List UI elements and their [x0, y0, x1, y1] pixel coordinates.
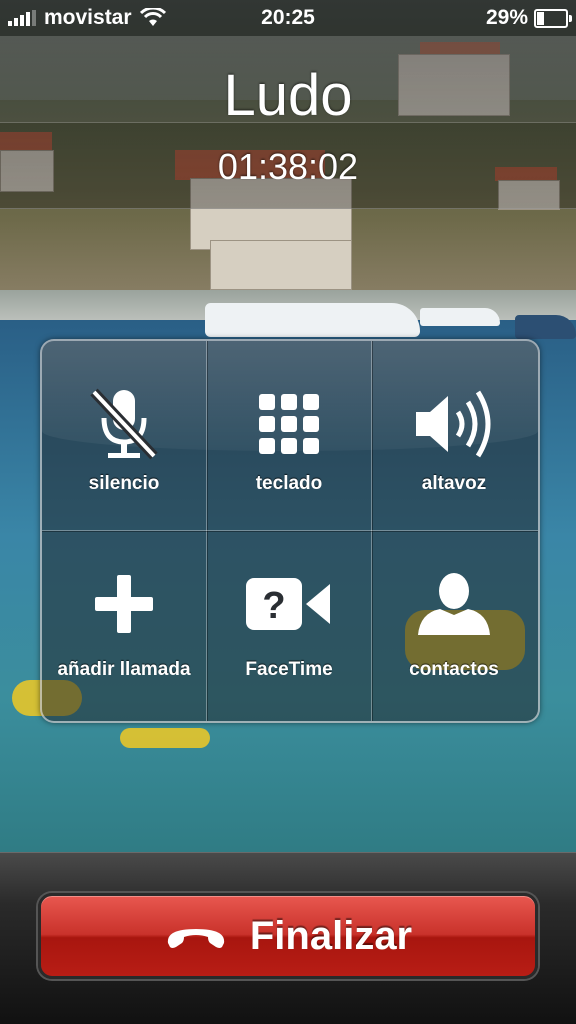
microphone-muted-icon	[90, 388, 158, 460]
in-call-screen: movistar 20:25 29% Ludo 01:38:02 silenci…	[0, 0, 576, 1024]
contacts-button[interactable]: contactos	[372, 531, 536, 719]
mute-button[interactable]: silencio	[42, 341, 206, 529]
hang-up-icon	[167, 929, 224, 948]
call-duration: 01:38:02	[217, 146, 359, 187]
mute-label: silencio	[88, 473, 160, 494]
facetime-unavailable-icon: ?	[246, 578, 330, 630]
keypad-icon	[259, 394, 319, 454]
facetime-button[interactable]: ? FaceTime	[207, 531, 371, 719]
call-controls-panel: silencio teclado altavoz añadir llamada …	[40, 339, 540, 723]
battery-icon	[534, 8, 572, 28]
facetime-label: FaceTime	[245, 659, 333, 680]
speaker-button[interactable]: altavoz	[372, 341, 536, 529]
status-bar: movistar 20:25 29%	[0, 0, 576, 36]
end-call-button[interactable]: Finalizar	[38, 893, 538, 979]
contacts-label: contactos	[409, 659, 499, 680]
contact-silhouette-icon	[418, 573, 490, 635]
battery-percent: 29%	[485, 6, 528, 29]
caller-name: Ludo	[223, 63, 353, 128]
speaker-icon	[416, 390, 491, 458]
add-call-label: añadir llamada	[57, 659, 191, 680]
end-call-label: Finalizar	[249, 913, 413, 958]
bottom-bar: Finalizar	[0, 852, 576, 1024]
keypad-label: teclado	[255, 473, 323, 494]
keypad-button[interactable]: teclado	[207, 341, 371, 529]
add-call-button[interactable]: añadir llamada	[42, 531, 206, 719]
call-header: Ludo 01:38:02	[0, 36, 576, 209]
plus-icon	[95, 575, 153, 633]
svg-text:?: ?	[262, 585, 285, 627]
speaker-label: altavoz	[421, 473, 487, 494]
